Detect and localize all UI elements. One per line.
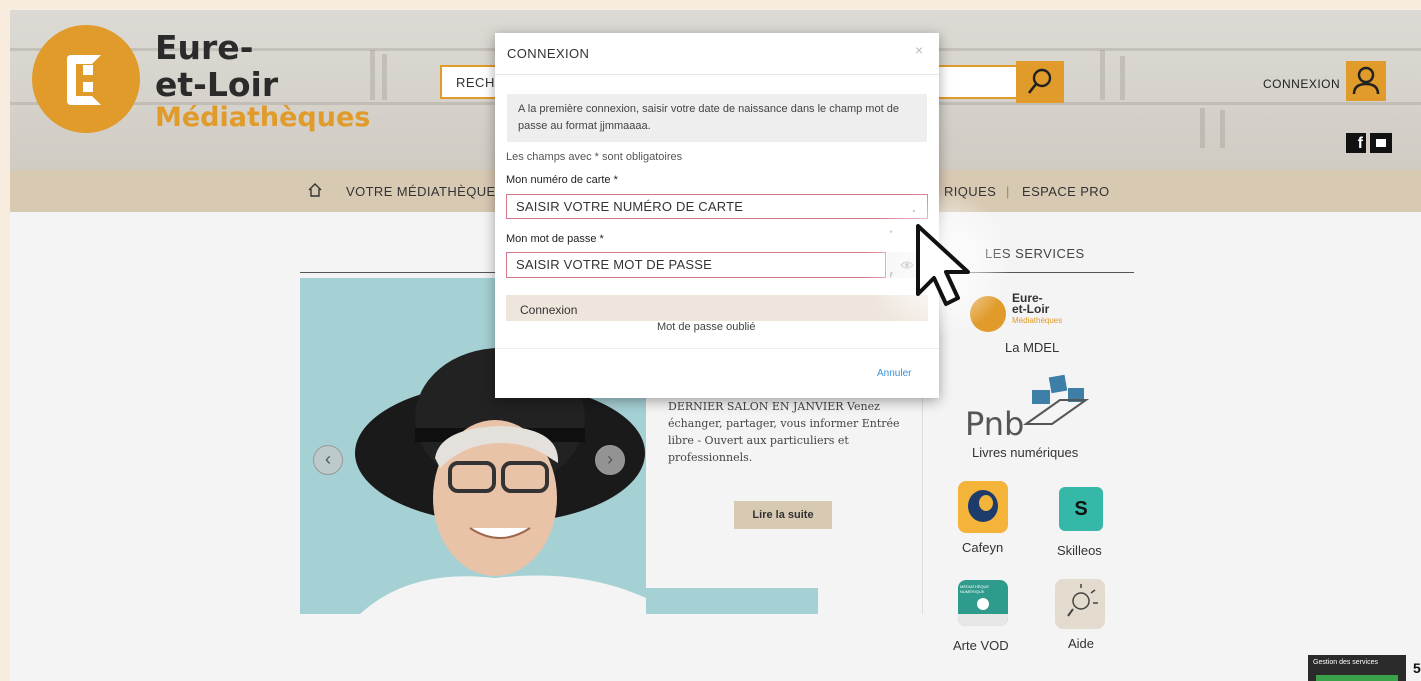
carousel-prev-button[interactable]: ‹: [313, 445, 343, 475]
cancel-link[interactable]: Annuler: [877, 368, 911, 379]
login-button[interactable]: Connexion: [506, 295, 928, 321]
logo-letter-mark: [67, 55, 101, 105]
user-account-button[interactable]: [1346, 61, 1386, 101]
card-number-label: Mon numéro de carte *: [506, 174, 618, 186]
cookie-accept-button[interactable]: [1316, 675, 1398, 681]
service-label: Skilleos: [1057, 543, 1102, 558]
info-text: A la première connexion, saisir votre da…: [518, 103, 899, 132]
cookie-services-label: Gestion des services: [1313, 659, 1378, 666]
service-label: Arte VOD: [953, 638, 1009, 653]
mdel-logo-text: Médiathèques: [1012, 316, 1063, 325]
modal-divider: [495, 74, 939, 75]
nav-item-espace-pro[interactable]: ESPACE PRO: [1022, 184, 1110, 199]
logo-text[interactable]: Médiathèques: [155, 102, 370, 133]
service-label: La MDEL: [1005, 340, 1060, 355]
nav-item-votre-mediatheque[interactable]: VOTRE MÉDIATHÈQUE: [346, 184, 496, 199]
pnb-logo: Pnb: [965, 405, 1025, 443]
carousel-next-button[interactable]: ›: [595, 445, 625, 475]
close-icon[interactable]: ×: [915, 42, 923, 58]
cookie-services-panel[interactable]: Gestion des services: [1308, 655, 1406, 681]
login-modal: CONNEXION × A la première connexion, sai…: [495, 33, 939, 398]
skilleos-icon: S: [1059, 487, 1103, 531]
youtube-icon[interactable]: [1370, 133, 1392, 153]
user-icon: [1352, 66, 1380, 95]
corner-glyph: 5: [1413, 660, 1421, 676]
modal-title: CONNEXION: [507, 46, 590, 61]
search-placeholder: RECH: [456, 75, 495, 90]
password-label: Mon mot de passe *: [506, 233, 604, 245]
modal-divider: [495, 348, 939, 349]
mouse-cursor-icon: [890, 210, 970, 310]
cafeyn-icon: [958, 481, 1008, 533]
arte-vod-icon: MÉDIATHÈQUE NUMÉRIQUE: [958, 580, 1008, 626]
search-icon: [1027, 68, 1052, 94]
home-icon[interactable]: [307, 182, 323, 198]
help-lightbulb-icon: [1055, 579, 1105, 629]
pnb-books-icon: [1022, 374, 1090, 425]
card-number-field[interactable]: SAISIR VOTRE NUMÉRO DE CARTE: [506, 194, 928, 219]
connexion-link[interactable]: CONNEXION: [1263, 77, 1340, 91]
service-label: Livres numériques: [972, 445, 1079, 460]
logo-letter-mark: [83, 82, 93, 92]
password-field[interactable]: SAISIR VOTRE MOT DE PASSE: [506, 252, 886, 278]
info-box: A la première connexion, saisir votre da…: [507, 94, 927, 142]
service-label: Cafeyn: [962, 540, 1004, 555]
facebook-icon[interactable]: f: [1346, 133, 1366, 153]
carousel-image-strip: [646, 588, 818, 614]
read-more-button[interactable]: Lire la suite: [734, 501, 832, 529]
forgot-password-link[interactable]: Mot de passe oublié: [657, 321, 755, 333]
carousel-description: DERNIER SALON EN JANVIER Venez échanger,…: [668, 400, 900, 464]
logo-letter-mark: [83, 65, 93, 75]
service-label: Aide: [1068, 636, 1095, 651]
logo-text[interactable]: et-Loir: [155, 65, 278, 104]
required-fields-note: Les champs avec * sont obligatoires: [506, 151, 683, 163]
search-button[interactable]: [1016, 61, 1064, 103]
logo-text[interactable]: Eure-: [155, 28, 253, 67]
nav-separator: |: [1006, 184, 1010, 199]
mdel-logo-text: et-Loir: [1012, 302, 1050, 316]
